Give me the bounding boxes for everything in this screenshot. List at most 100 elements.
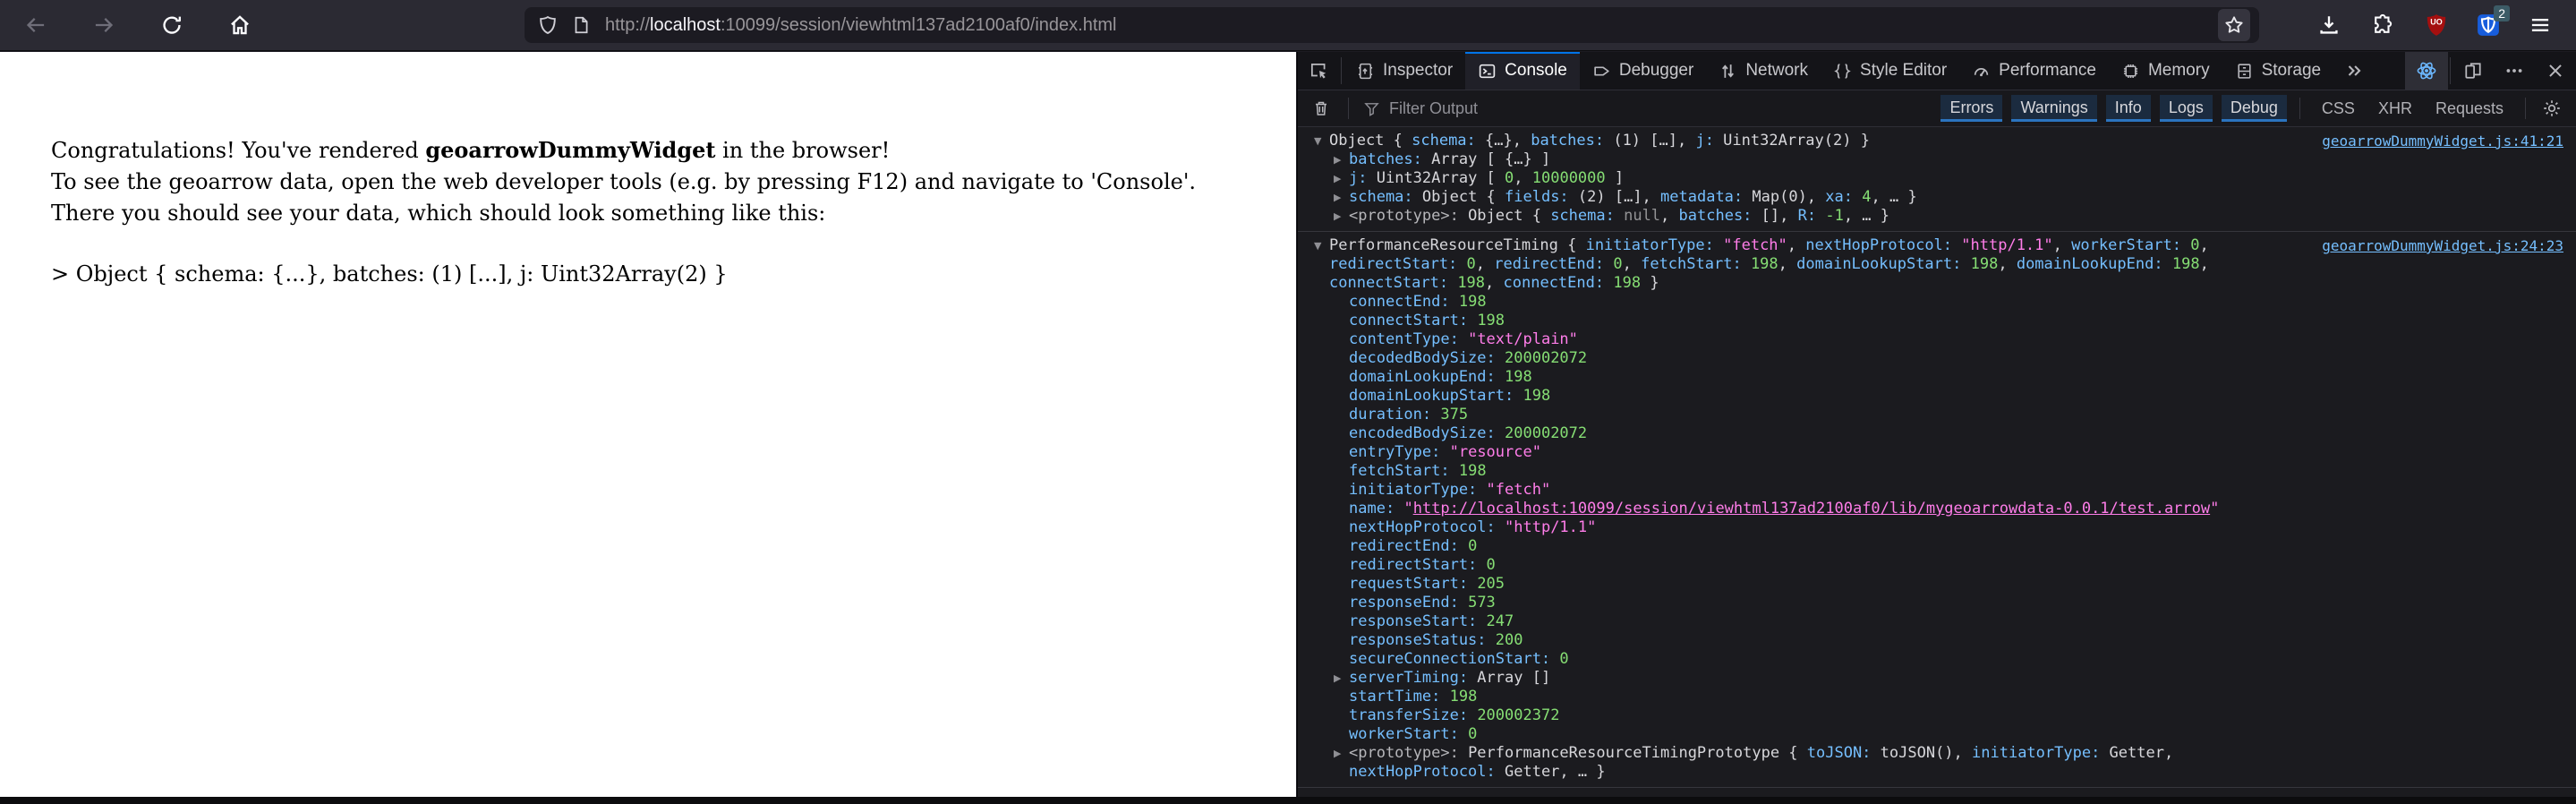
menu-hamburger-icon[interactable]: [2524, 9, 2556, 41]
console-row[interactable]: encodedBodySize: 200002072: [1334, 424, 2254, 443]
console-text: responseEnd:: [1349, 594, 1459, 612]
filter-category-requests[interactable]: Requests: [2427, 99, 2512, 118]
filter-toggle-errors[interactable]: Errors: [1941, 95, 2003, 122]
console-row[interactable]: redirectStart: 0: [1334, 556, 2254, 575]
overflow-chevron-icon[interactable]: [2333, 52, 2375, 90]
console-row[interactable]: initiatorType: "fetch": [1334, 481, 2254, 500]
console-row[interactable]: name: "http://localhost:10099/session/vi…: [1334, 500, 2254, 518]
twisty-closed-icon[interactable]: ▶: [1334, 188, 1349, 207]
trash-icon[interactable]: [1309, 99, 1334, 117]
back-icon[interactable]: [20, 9, 52, 41]
settings-gear-icon[interactable]: [2538, 98, 2565, 118]
page-info-icon[interactable]: [571, 14, 591, 36]
extension-atom-icon[interactable]: [2405, 52, 2448, 90]
console-row[interactable]: startTime: 198: [1334, 688, 2254, 706]
console-row[interactable]: domainLookupEnd: 198: [1334, 368, 2254, 387]
twisty-open-icon[interactable]: ▼: [1314, 236, 1329, 293]
tab-style-editor[interactable]: Style Editor: [1821, 52, 1959, 90]
bitwarden-shield-icon[interactable]: 2: [2474, 5, 2510, 39]
console-row[interactable]: workerStart: 0: [1334, 725, 2254, 744]
filter-output-input[interactable]: Filter Output: [1363, 99, 1478, 118]
console-row[interactable]: ▶ <prototype>: Object { schema: null, bat…: [1334, 207, 2254, 226]
console-row[interactable]: transferSize: 200002372: [1334, 706, 2254, 725]
console-text: <prototype>:: [1349, 207, 1459, 225]
source-location-link[interactable]: geoarrowDummyWidget.js:24:23: [2268, 236, 2563, 255]
console-row[interactable]: responseStatus: 200: [1334, 631, 2254, 650]
tab-network[interactable]: Network: [1706, 52, 1821, 90]
console-row[interactable]: ▶ batches: Array [ {…} ]: [1334, 150, 2254, 169]
meatball-menu-icon[interactable]: [2494, 52, 2535, 90]
filter-toggle-warnings[interactable]: Warnings: [2011, 95, 2097, 122]
console-row[interactable]: secureConnectionStart: 0: [1334, 650, 2254, 669]
console-text: responseStatus:: [1349, 631, 1487, 649]
shield-icon[interactable]: [537, 14, 559, 36]
twisty-open-icon[interactable]: ▼: [1314, 132, 1329, 150]
page-paragraph: Congratulations! You've rendered geoarro…: [51, 134, 1260, 229]
console-row[interactable]: contentType: "text/plain": [1334, 330, 2254, 349]
console-row[interactable]: decodedBodySize: 200002072: [1334, 349, 2254, 368]
twisty-closed-icon[interactable]: ▶: [1334, 744, 1349, 782]
reload-icon[interactable]: [156, 9, 188, 41]
tab-console[interactable]: Console: [1465, 52, 1580, 90]
pick-element-icon[interactable]: [1298, 52, 1339, 90]
console-row[interactable]: entryType: "resource": [1334, 443, 2254, 462]
console-row[interactable]: requestStart: 205: [1334, 575, 2254, 594]
console-line-text: domainLookupEnd: 198: [1349, 368, 2254, 387]
console-row[interactable]: ▼ PerformanceResourceTiming { initiatorTy…: [1314, 236, 2254, 293]
responsive-design-icon[interactable]: [2452, 52, 2494, 90]
twisty-closed-icon[interactable]: ▶: [1334, 207, 1349, 226]
filter-toggle-logs[interactable]: Logs: [2159, 95, 2213, 122]
close-icon[interactable]: [2535, 52, 2576, 90]
tab-performance[interactable]: Performance: [1959, 52, 2109, 90]
console-row[interactable]: ▶ schema: Object { fields: (2) […], metad…: [1334, 188, 2254, 207]
source-location-link[interactable]: geoarrowDummyWidget.js:41:21: [2268, 132, 2563, 150]
filter-category-css[interactable]: CSS: [2313, 99, 2364, 118]
url-text[interactable]: http://localhost:10099/session/viewhtml1…: [605, 15, 2218, 36]
tab-storage[interactable]: Storage: [2222, 52, 2334, 90]
console-text: Array []: [1468, 669, 1551, 687]
console-row[interactable]: redirectEnd: 0: [1334, 537, 2254, 556]
console-line-text: duration: 375: [1349, 406, 2254, 424]
console-row[interactable]: duration: 375: [1334, 406, 2254, 424]
ublock-shield-icon[interactable]: UO: [2420, 9, 2452, 41]
home-icon[interactable]: [224, 9, 256, 41]
twisty-closed-icon[interactable]: ▶: [1334, 150, 1349, 169]
tab-inspector[interactable]: Inspector: [1343, 52, 1465, 90]
console-row[interactable]: ▶ <prototype>: PerformanceResourceTimingP…: [1334, 744, 2254, 782]
console-row[interactable]: connectEnd: 198: [1334, 293, 2254, 312]
console-text: ,: [1622, 255, 1642, 273]
console-row[interactable]: nextHopProtocol: "http/1.1": [1334, 518, 2254, 537]
url-bar[interactable]: http://localhost:10099/session/viewhtml1…: [525, 7, 2259, 43]
resource-url-link[interactable]: http://localhost:10099/session/viewhtml1…: [1413, 500, 2210, 517]
console-row[interactable]: responseStart: 247: [1334, 612, 2254, 631]
tab-memory[interactable]: Memory: [2109, 52, 2222, 90]
console-row[interactable]: responseEnd: 573: [1334, 594, 2254, 612]
download-icon[interactable]: [2313, 9, 2345, 41]
console-row[interactable]: ▶ j: Uint32Array [ 0, 10000000 ]: [1334, 169, 2254, 188]
console-row[interactable]: fetchStart: 198: [1334, 462, 2254, 481]
console-row[interactable]: ▼ Object { schema: {…}, batches: (1) […],…: [1314, 132, 2254, 150]
console-text: 247: [1486, 612, 1514, 630]
forward-icon[interactable]: [88, 9, 120, 41]
console-text: entryType:: [1349, 443, 1441, 461]
console-row[interactable]: domainLookupStart: 198: [1334, 387, 2254, 406]
console-row[interactable]: ▶ serverTiming: Array []: [1334, 669, 2254, 688]
console-row[interactable]: connectStart: 198: [1334, 312, 2254, 330]
console-text: ,: [2199, 255, 2209, 273]
filter-category-xhr[interactable]: XHR: [2369, 99, 2421, 118]
twisty-closed-icon[interactable]: ▶: [1334, 169, 1349, 188]
filter-toggle-info[interactable]: Info: [2105, 95, 2151, 122]
twisty-closed-icon[interactable]: ▶: [1334, 669, 1349, 688]
filter-toggle-debug[interactable]: Debug: [2221, 95, 2287, 122]
bookmark-star-icon[interactable]: [2218, 9, 2250, 41]
tab-debugger[interactable]: Debugger: [1580, 52, 1706, 90]
extensions-puzzle-icon[interactable]: [2367, 9, 2399, 41]
